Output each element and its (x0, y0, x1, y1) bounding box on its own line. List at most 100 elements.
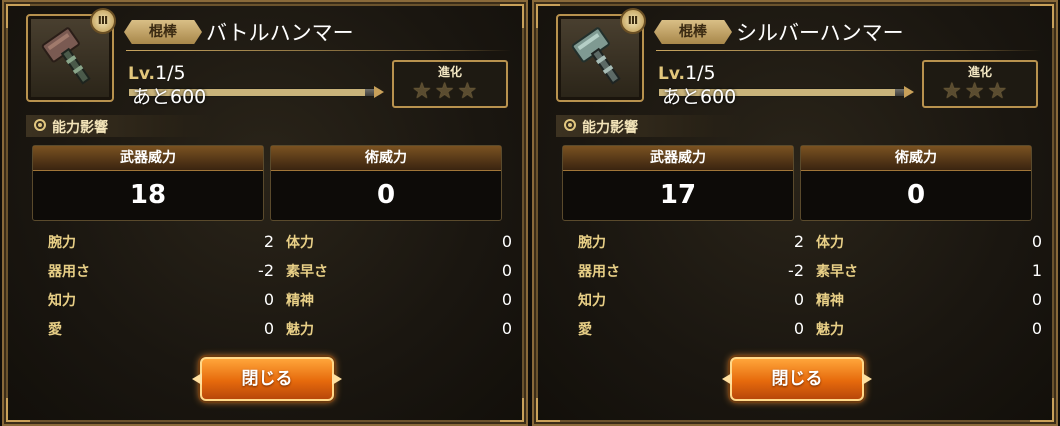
divider (126, 50, 512, 51)
target-icon (564, 119, 576, 131)
stat-row: 素早さ 0 (286, 261, 512, 281)
star-icon: ★ (457, 79, 478, 104)
weapon-power-box: 武器威力 18 (32, 145, 264, 221)
category-badge: 棍棒 (124, 20, 202, 44)
stat-value: 0 (501, 232, 512, 251)
stat-value: 0 (501, 290, 512, 309)
stat-value: 0 (793, 290, 804, 309)
stat-row: 腕力 2 (48, 232, 274, 252)
level-value: 1/5 (685, 62, 716, 84)
stat-value: 0 (793, 319, 804, 338)
stat-row: 知力 0 (578, 290, 804, 310)
skill-power-label: 術威力 (801, 146, 1031, 171)
evolution-box: 進化 ★ ★ ★ (922, 60, 1038, 108)
exp-bar-cap (904, 86, 914, 98)
star-icon: ★ (964, 79, 985, 104)
level-display: Lv.1/5 (658, 62, 716, 84)
frame-corner (1030, 398, 1054, 422)
stat-label: 愛 (578, 322, 592, 338)
stat-label: 腕力 (578, 235, 606, 251)
close-button[interactable]: 閉じる (730, 357, 864, 401)
stat-label: 精神 (816, 293, 844, 309)
close-button[interactable]: 閉じる (200, 357, 334, 401)
rank-badge: Ⅲ (620, 8, 646, 34)
star-icon: ★ (434, 79, 455, 104)
stat-label: 腕力 (48, 235, 76, 251)
stat-row: 愛 0 (578, 319, 804, 339)
level-value: 1/5 (155, 62, 186, 84)
stat-label: 魅力 (286, 322, 314, 338)
frame-corner (1030, 4, 1054, 28)
stat-row: 知力 0 (48, 290, 274, 310)
stat-value: 0 (501, 319, 512, 338)
level-label: Lv. (128, 64, 155, 84)
section-title: 能力影響 (582, 120, 638, 136)
stat-row: 魅力 0 (816, 319, 1042, 339)
evolution-title: 進化 (437, 65, 462, 79)
stat-label: 器用さ (48, 264, 90, 280)
evolution-stars: ★ ★ ★ (942, 80, 1007, 104)
evolution-stars: ★ ★ ★ (412, 80, 477, 104)
weapon-detail-panel-left: Ⅲ 棍棒 バトルハンマー Lv.1/5 あと600 進化 ★ ★ ★ 能力影響 … (2, 0, 528, 426)
skill-power-value: 0 (906, 180, 926, 210)
stat-row: 愛 0 (48, 319, 274, 339)
stat-value: 2 (793, 232, 804, 251)
stat-label: 精神 (286, 293, 314, 309)
target-icon (34, 119, 46, 131)
skill-power-value: 0 (376, 180, 396, 210)
frame-corner (500, 4, 524, 28)
stat-label: 魅力 (816, 322, 844, 338)
weapon-name: シルバーハンマー (736, 21, 904, 45)
category-badge: 棍棒 (654, 20, 732, 44)
close-button-label: 閉じる (771, 369, 823, 389)
section-header: 能力影響 (556, 115, 742, 137)
stat-label: 体力 (816, 235, 844, 251)
weapon-power-value: 17 (659, 180, 697, 210)
hammer-icon (571, 27, 621, 85)
section-header: 能力影響 (26, 115, 212, 137)
stat-label: 素早さ (286, 264, 328, 280)
stat-value: 1 (1031, 261, 1042, 280)
stat-label: 器用さ (578, 264, 620, 280)
stat-row: 体力 0 (286, 232, 512, 252)
weapon-power-box: 武器威力 17 (562, 145, 794, 221)
divider (656, 50, 1042, 51)
close-button-label: 閉じる (241, 369, 293, 389)
stat-value: 0 (1031, 319, 1042, 338)
weapon-detail-panel-right: Ⅲ 棍棒 シルバーハンマー Lv.1/5 あと600 進化 ★ ★ ★ 能力影響… (532, 0, 1058, 426)
star-icon: ★ (987, 79, 1008, 104)
stat-label: 体力 (286, 235, 314, 251)
skill-power-box: 術威力 0 (270, 145, 502, 221)
stat-value: -2 (788, 261, 804, 280)
rank-badge: Ⅲ (90, 8, 116, 34)
skill-power-label: 術威力 (271, 146, 501, 171)
stat-row: 器用さ -2 (578, 261, 804, 281)
weapon-power-value: 18 (129, 180, 167, 210)
stat-value: 0 (1031, 232, 1042, 251)
stat-row: 体力 0 (816, 232, 1042, 252)
weapon-power-label: 武器威力 (563, 146, 793, 171)
star-icon: ★ (412, 79, 432, 104)
evolution-box: 進化 ★ ★ ★ (392, 60, 508, 108)
hammer-icon (41, 27, 91, 85)
stat-value: 0 (263, 319, 274, 338)
weapon-name: バトルハンマー (206, 21, 354, 45)
frame-corner (500, 398, 524, 422)
stat-value: 0 (1031, 290, 1042, 309)
section-title: 能力影響 (52, 120, 108, 136)
skill-power-box: 術威力 0 (800, 145, 1032, 221)
stat-row: 器用さ -2 (48, 261, 274, 281)
stat-value: -2 (258, 261, 274, 280)
stat-value: 0 (263, 290, 274, 309)
level-display: Lv.1/5 (128, 62, 186, 84)
star-icon: ★ (942, 79, 962, 104)
exp-remaining: あと600 (132, 86, 207, 108)
stat-row: 腕力 2 (578, 232, 804, 252)
stat-label: 知力 (48, 293, 76, 309)
stat-value: 0 (501, 261, 512, 280)
stat-label: 知力 (578, 293, 606, 309)
stat-row: 精神 0 (286, 290, 512, 310)
exp-bar-cap (374, 86, 384, 98)
stat-label: 愛 (48, 322, 62, 338)
stat-row: 精神 0 (816, 290, 1042, 310)
